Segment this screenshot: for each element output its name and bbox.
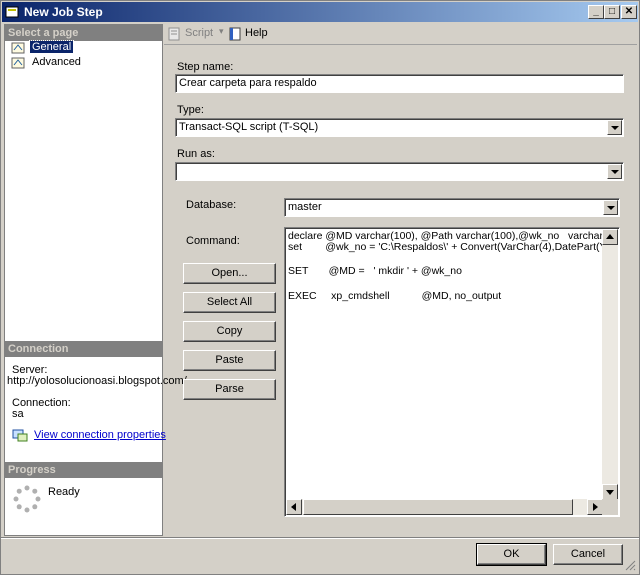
scroll-up-button[interactable]: [602, 229, 618, 245]
script-label: Script: [185, 27, 214, 39]
chevron-down-icon[interactable]: [607, 120, 622, 135]
connection-properties-icon: [12, 429, 28, 442]
database-value: master: [288, 201, 322, 213]
footer-divider-highlight: [1, 538, 639, 539]
type-select[interactable]: Transact-SQL script (T-SQL): [175, 118, 624, 137]
scroll-right-button[interactable]: [587, 499, 603, 515]
select-page-header: Select a page: [5, 25, 162, 41]
resize-grip-icon[interactable]: [625, 560, 636, 571]
maximize-button[interactable]: □: [604, 5, 620, 19]
run-as-select[interactable]: [175, 162, 624, 181]
help-label: Help: [245, 27, 268, 39]
page-label: Advanced: [32, 56, 81, 68]
horizontal-scrollbar[interactable]: [286, 499, 603, 515]
view-connection-link[interactable]: View connection properties: [34, 429, 166, 441]
toolbar-divider: [164, 44, 637, 45]
scrollbar-corner: [602, 499, 618, 515]
chevron-down-icon[interactable]: [607, 164, 622, 179]
progress-status: Ready: [48, 486, 80, 498]
run-as-label: Run as:: [177, 148, 215, 160]
server-value: http://yolosolucionoasi.blogspot.com/: [7, 375, 187, 387]
database-select[interactable]: master: [284, 198, 620, 217]
type-label: Type:: [177, 104, 204, 116]
cancel-button[interactable]: Cancel: [553, 544, 623, 565]
command-line: set @wk_no = 'C:\Respaldos\' + Convert(V…: [288, 241, 618, 253]
title-bar[interactable]: New Job Step _ □ ✕: [2, 2, 638, 22]
help-icon: [229, 27, 241, 41]
command-label: Command:: [186, 235, 240, 247]
command-editor[interactable]: declare @MD varchar(100), @Path varchar(…: [284, 227, 620, 517]
scroll-left-button[interactable]: [286, 499, 302, 515]
open-button[interactable]: Open...: [183, 263, 276, 284]
step-name-label: Step name:: [177, 61, 234, 73]
minimize-button[interactable]: _: [588, 5, 604, 19]
chevron-right-icon: [593, 503, 598, 511]
chevron-down-icon: [606, 490, 614, 495]
scroll-thumb[interactable]: [303, 499, 573, 515]
page-icon: [11, 57, 25, 69]
chevron-down-icon[interactable]: [603, 200, 618, 215]
script-icon: [168, 27, 180, 41]
page-label: General: [28, 40, 75, 54]
copy-button[interactable]: Copy: [183, 321, 276, 342]
new-job-step-window: New Job Step _ □ ✕ Select a page General…: [0, 0, 640, 575]
select-all-button[interactable]: Select All: [183, 292, 276, 313]
window-title: New Job Step: [24, 5, 103, 19]
page-icon: [11, 42, 25, 54]
vertical-scrollbar[interactable]: [602, 229, 618, 500]
progress-header: Progress: [5, 462, 162, 478]
close-button[interactable]: ✕: [621, 5, 637, 19]
chevron-down-icon[interactable]: ▾: [219, 26, 224, 37]
database-label: Database:: [186, 199, 237, 211]
progress-spinner-icon: [13, 485, 41, 513]
scroll-down-button[interactable]: [602, 484, 618, 500]
left-panel: Select a page General Advanced Connectio…: [4, 24, 187, 536]
command-line: SET @MD = ' mkdir ' + @wk_no: [288, 265, 462, 277]
paste-button[interactable]: Paste: [183, 350, 276, 371]
toolbar: Script ▾ Help: [164, 25, 637, 45]
job-step-icon: [5, 6, 19, 18]
chevron-up-icon: [606, 234, 614, 239]
step-name-input[interactable]: Crear carpeta para respaldo: [175, 74, 624, 93]
command-line: EXEC xp_cmdshell @MD, no_output: [288, 290, 502, 302]
connection-value: sa: [12, 408, 24, 420]
parse-button[interactable]: Parse: [183, 379, 276, 400]
type-value: Transact-SQL script (T-SQL): [179, 121, 319, 133]
ok-button[interactable]: OK: [476, 543, 547, 566]
connection-header: Connection: [5, 341, 162, 357]
chevron-left-icon: [291, 503, 296, 511]
